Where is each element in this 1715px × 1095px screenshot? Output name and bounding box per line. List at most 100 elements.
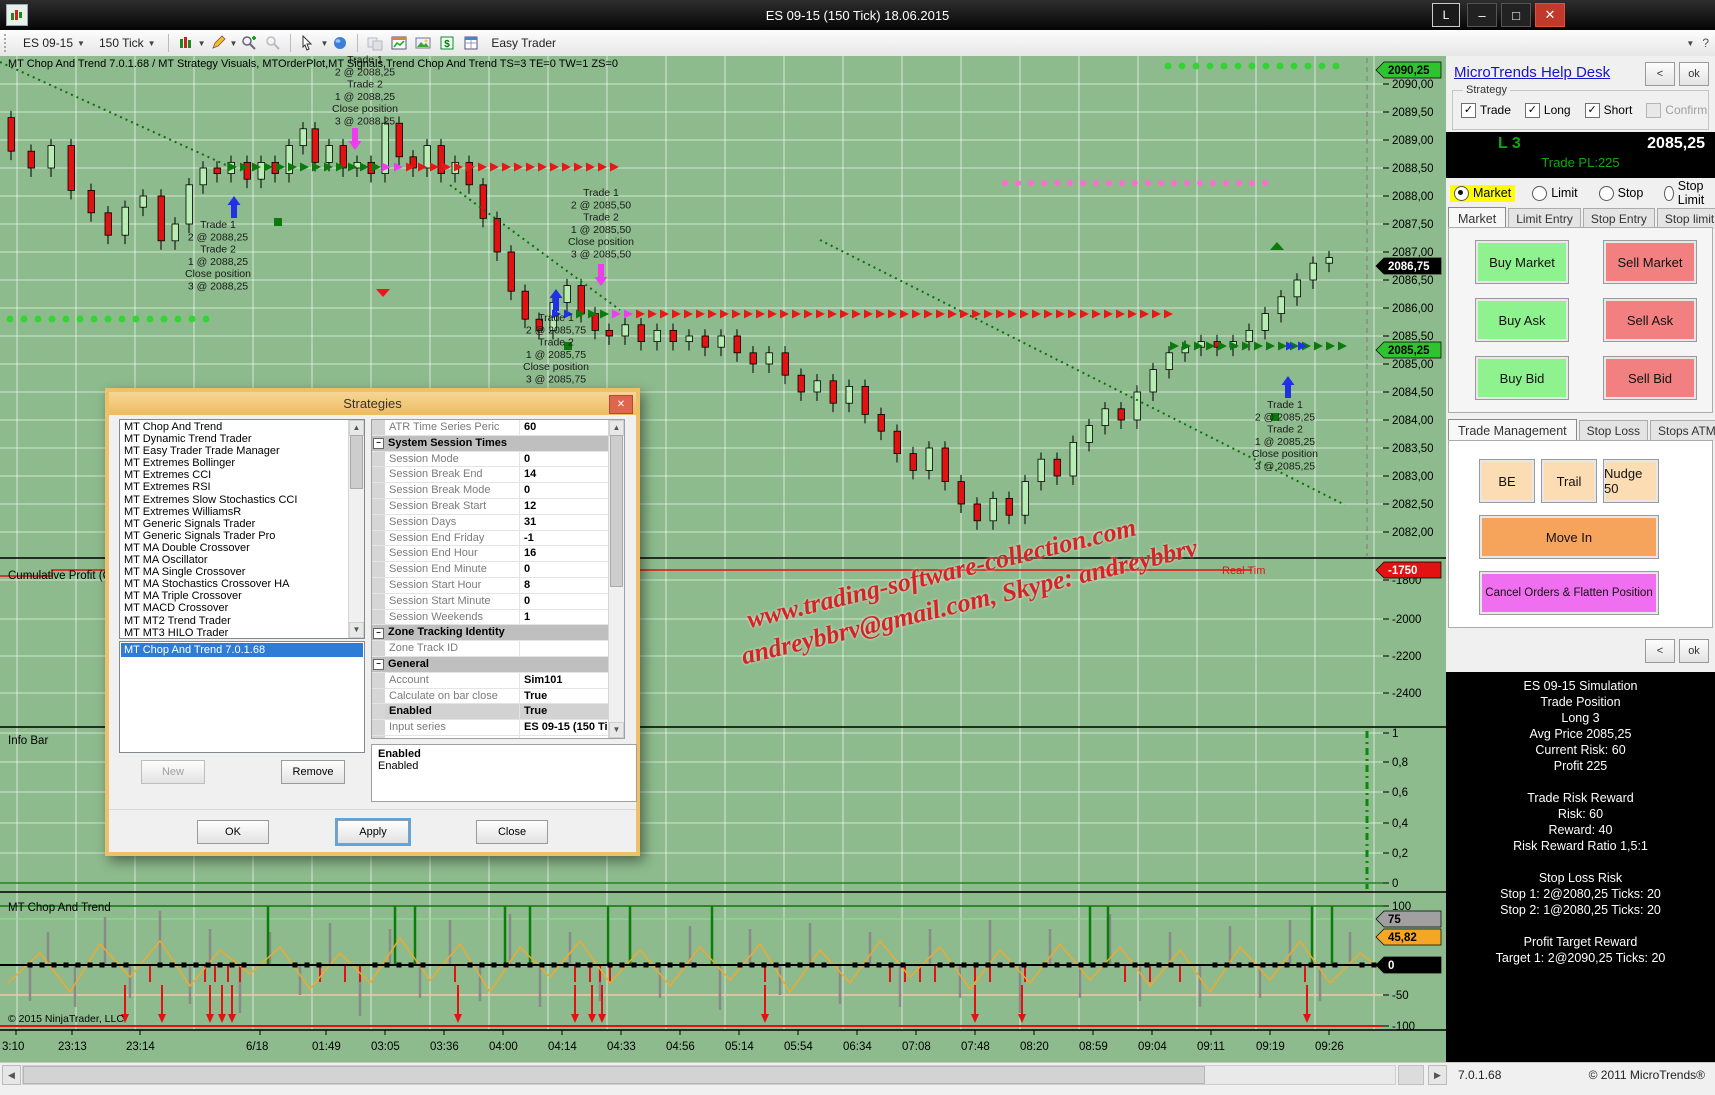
property-grid[interactable]: ATR Time Series Peric60−System Session T… [371,419,625,739]
help-desk-link[interactable]: MicroTrends Help Desk [1454,64,1610,81]
checkbox-trade[interactable]: ✓Trade [1461,103,1511,118]
property-row[interactable]: Session Days31 [372,515,609,531]
checkbox-short[interactable]: ✓Short [1585,103,1633,118]
dialog-close-icon[interactable]: ✕ [609,395,633,414]
property-value[interactable]: 31 [520,515,609,530]
property-value[interactable]: 16 [520,546,609,561]
scroll-left-icon[interactable]: ◀ [2,1065,21,1085]
property-value[interactable] [520,641,609,656]
property-row[interactable]: ATR Time Series Peric60 [372,420,609,436]
toolbar-overflow-icon[interactable]: ▼ [1686,39,1694,48]
scroll-right-icon[interactable]: ▶ [1428,1065,1447,1085]
buy-ask-button[interactable]: Buy Ask [1475,298,1569,342]
buy-market-button[interactable]: Buy Market [1475,240,1569,284]
collapse-button[interactable]: < [1645,62,1675,86]
strategy-list-item[interactable]: MT MA Single Crossover [121,566,348,578]
property-value[interactable]: 60 [520,420,609,435]
property-value[interactable]: -1 [520,531,609,546]
collapse-icon[interactable]: − [373,438,384,449]
dialog-title-bar[interactable]: Strategies ✕ [109,392,636,415]
tab-stop-loss[interactable]: Stop Loss [1579,420,1648,441]
property-value[interactable]: 0 [520,562,609,577]
property-value[interactable]: MT Chop And Trend [520,736,609,739]
property-category[interactable]: −Zone Tracking Identity [372,625,609,641]
strategy-list-item[interactable]: MT Dynamic Trend Trader [121,433,348,445]
property-value[interactable]: 14 [520,467,609,482]
property-row[interactable]: AccountSim101 [372,673,609,689]
strategy-list-item[interactable]: MT MT3 HILO Trader [121,627,348,639]
property-value[interactable]: True [520,689,609,704]
collapse-button-2[interactable]: < [1645,639,1675,663]
tab-stop-entry[interactable]: Stop Entry [1583,208,1655,229]
sell-ask-button[interactable]: Sell Ask [1603,298,1697,342]
scrollbar-thumb[interactable] [350,435,363,489]
move-in-button[interactable]: Move In [1479,515,1659,559]
property-row[interactable]: Session Break End14 [372,467,609,483]
tab-stops-atm[interactable]: Stops ATM [1650,420,1715,441]
tab-stop-limit-entry[interactable]: Stop limit Entry [1657,208,1715,229]
active-strategy-list[interactable]: MT Chop And Trend 7.0.1.68 [119,641,365,753]
ok-mini-button[interactable]: ok [1679,62,1709,86]
property-row[interactable]: Session Break Start12 [372,499,609,515]
property-row[interactable]: Session Mode0 [372,452,609,468]
property-value[interactable]: 0 [520,483,609,498]
scroll-up-icon[interactable]: ▲ [349,420,364,436]
property-value[interactable]: 0 [520,452,609,467]
ok-button[interactable]: OK [197,820,269,844]
collapse-icon[interactable]: − [373,659,384,670]
new-button[interactable]: New [141,760,205,784]
trail-button[interactable]: Trail [1541,459,1597,503]
strategy-list-item[interactable]: MT Generic Signals Trader [121,518,348,530]
hscrollbar-thumb[interactable] [23,1066,1205,1084]
close-button[interactable]: ✕ [1535,3,1565,27]
property-value[interactable]: ES 09-15 (150 Tick) [520,720,609,735]
property-value[interactable]: 0 [520,594,609,609]
apply-button[interactable]: Apply [337,820,409,844]
buy-bid-button[interactable]: Buy Bid [1475,356,1569,400]
scroll-down-icon[interactable]: ▼ [349,622,364,638]
property-row[interactable]: Session Break Mode0 [372,483,609,499]
ok-mini-button-2[interactable]: ok [1679,639,1709,663]
strategy-list-item[interactable]: MT Extremes RSI [121,481,348,493]
strategy-list-item[interactable]: MT MACD Crossover [121,602,348,614]
active-strategy-item[interactable]: MT Chop And Trend 7.0.1.68 [121,643,363,657]
strategy-list-item[interactable]: MT Extremes CCI [121,469,348,481]
strategy-list-item[interactable]: MT Extremes Slow Stochastics CCI [121,494,348,506]
property-row[interactable]: Session Weekends1 [372,610,609,626]
tab-trade-management[interactable]: Trade Management [1448,419,1577,442]
scroll-down-icon[interactable]: ▼ [609,722,624,738]
property-row[interactable]: Session Start Minute0 [372,594,609,610]
checkbox-confirm[interactable]: Confirm [1646,103,1707,118]
property-value[interactable]: Sim101 [520,673,609,688]
property-value[interactable]: True [520,704,609,719]
sell-market-button[interactable]: Sell Market [1603,240,1697,284]
collapse-icon[interactable]: − [373,628,384,639]
property-value[interactable]: 8 [520,578,609,593]
order-type-limit[interactable]: Limit [1528,185,1581,202]
property-row[interactable]: EnabledTrue [372,704,609,720]
property-row[interactable]: Input seriesES 09-15 (150 Tick) [372,720,609,736]
be-button[interactable]: BE [1479,459,1535,503]
property-row[interactable]: Session End Minute0 [372,562,609,578]
property-category[interactable]: −General [372,657,609,673]
close-dialog-button[interactable]: Close [476,820,548,844]
property-grid-scrollbar[interactable]: ▲ ▼ [608,420,624,738]
remove-button[interactable]: Remove [281,760,345,784]
strategy-list-item[interactable]: MT MA Stochastics Crossover HA [121,578,348,590]
strategy-list-item[interactable]: MT Generic Signals Trader Pro [121,530,348,542]
property-row[interactable]: Session End Hour16 [372,546,609,562]
property-row[interactable]: Session Start Hour8 [372,578,609,594]
property-row[interactable]: Calculate on bar closeTrue [372,689,609,705]
property-category[interactable]: −System Session Times [372,436,609,452]
checkbox-long[interactable]: ✓Long [1525,103,1571,118]
strategy-list-item[interactable]: MT MA Double Crossover [121,542,348,554]
property-value[interactable]: 12 [520,499,609,514]
nudge-50-button[interactable]: Nudge 50 [1603,459,1659,503]
scroll-up-icon[interactable]: ▲ [609,420,624,436]
minimize-button[interactable]: – [1467,3,1497,27]
property-row[interactable]: Session End Friday-1 [372,531,609,547]
scrollbar-thumb[interactable] [610,435,623,587]
property-value[interactable]: 1 [520,610,609,625]
strategy-list[interactable]: MT Chop And TrendMT Dynamic Trend Trader… [119,419,365,639]
help-icon[interactable]: ? [1702,36,1709,50]
